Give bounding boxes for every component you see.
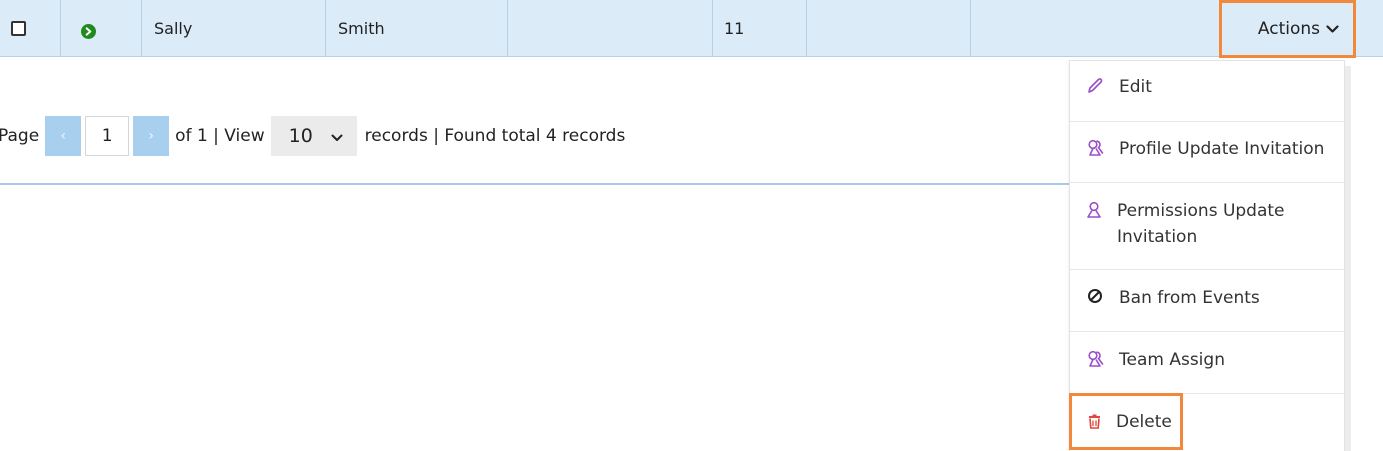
page-size-select[interactable]: 10 xyxy=(270,116,357,156)
row-checkbox-cell xyxy=(0,0,61,57)
empty-cell xyxy=(508,0,713,57)
menu-item-label: Delete xyxy=(1116,411,1172,432)
number-cell: 11 xyxy=(713,0,807,57)
ban-icon xyxy=(1085,288,1105,304)
first-name-cell: Sally xyxy=(142,0,326,57)
user-icon xyxy=(1085,201,1103,219)
records-text: records | Found total 4 records xyxy=(364,126,626,146)
menu-item-edit[interactable]: Edit xyxy=(1070,61,1344,122)
first-name: Sally xyxy=(154,19,193,38)
page-of-text: of 1 | View xyxy=(175,126,265,146)
pagination: Page ‹ 1 › of 1 | View 10 records | Foun… xyxy=(0,116,625,156)
divider xyxy=(0,183,1072,185)
page-label: Page xyxy=(0,126,40,146)
empty-cell xyxy=(971,0,1221,57)
menu-item-label: Team Assign xyxy=(1119,350,1225,370)
users-icon xyxy=(1085,139,1105,157)
next-page-button[interactable]: › xyxy=(133,116,170,156)
menu-item-label: Permissions Update Invitation xyxy=(1117,201,1285,247)
actions-button[interactable]: Actions xyxy=(1219,0,1356,58)
actions-label: Actions xyxy=(1257,19,1320,39)
menu-scrollbar[interactable] xyxy=(1345,66,1351,451)
menu-item-ban-from-events[interactable]: Ban from Events xyxy=(1070,270,1344,332)
chevron-down-icon xyxy=(1326,19,1339,39)
menu-item-profile-update-invitation[interactable]: Profile Update Invitation xyxy=(1070,122,1344,183)
page-number-input[interactable]: 1 xyxy=(85,116,130,156)
chevron-down-icon xyxy=(331,125,343,147)
number-value: 11 xyxy=(724,19,745,38)
page-size-value: 10 xyxy=(288,125,313,147)
prev-page-button[interactable]: ‹ xyxy=(45,116,82,156)
menu-item-delete[interactable]: Delete xyxy=(1069,393,1183,450)
status-cell xyxy=(61,0,142,57)
menu-item-label: Profile Update Invitation xyxy=(1119,139,1325,159)
row-checkbox[interactable] xyxy=(10,21,26,36)
chevron-right-icon: › xyxy=(148,128,154,144)
users-icon xyxy=(1085,350,1105,368)
empty-cell xyxy=(807,0,971,57)
menu-item-label: Edit xyxy=(1119,77,1152,97)
menu-item-team-assign[interactable]: Team Assign xyxy=(1070,332,1344,394)
play-circle-icon[interactable] xyxy=(80,24,96,39)
last-name: Smith xyxy=(338,19,385,38)
menu-item-label: Ban from Events xyxy=(1119,288,1260,308)
table-row: Sally Smith 11 xyxy=(0,0,1383,57)
trash-icon xyxy=(1086,414,1102,429)
chevron-left-icon: ‹ xyxy=(60,128,66,144)
menu-item-permissions-update-invitation[interactable]: Permissions Update Invitation xyxy=(1070,183,1344,270)
last-name-cell: Smith xyxy=(326,0,508,57)
pencil-icon xyxy=(1085,77,1105,95)
